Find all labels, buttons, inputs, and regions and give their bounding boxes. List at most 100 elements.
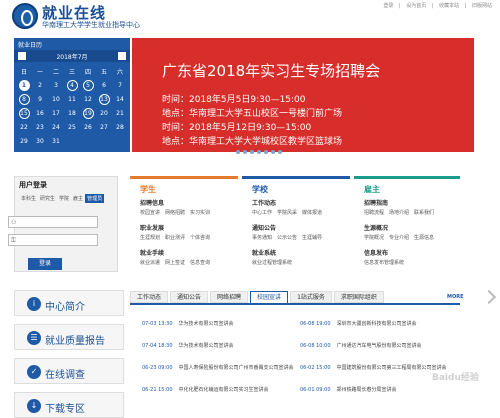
news-item[interactable]: 06-23 09:00 中国人寿保险股份有限公司广州市番禺支公司宣讲会: [142, 364, 294, 371]
category-link[interactable]: 就业过程管理系统: [252, 260, 292, 266]
carousel-dot[interactable]: [236, 150, 240, 154]
category-link[interactable]: 专业介绍: [389, 235, 409, 241]
tab-one-stop[interactable]: 1站式服务: [290, 291, 332, 303]
calendar-day[interactable]: 25: [64, 120, 80, 134]
calendar-day[interactable]: 17: [48, 106, 64, 120]
calendar-day[interactable]: 28: [112, 120, 128, 134]
next-month-button[interactable]: [118, 52, 126, 60]
password-input[interactable]: [21, 235, 95, 245]
calendar-day[interactable]: 3: [48, 78, 64, 92]
category-link[interactable]: 信息发布管理系统: [364, 260, 404, 266]
section-title[interactable]: 招聘信息: [140, 198, 164, 207]
role-tab-admin[interactable]: 管理员: [85, 194, 105, 203]
carousel-dot[interactable]: [257, 150, 261, 154]
calendar-day[interactable]: 5: [80, 78, 96, 92]
section-title[interactable]: 职业发展: [140, 223, 164, 232]
chevron-right-icon[interactable]: [481, 289, 497, 305]
university-logo[interactable]: [12, 3, 38, 29]
news-title[interactable]: 华为技术有限公司宣讲会: [179, 343, 234, 349]
news-item[interactable]: 06-08 10:00 广州通达汽车电气股份有限公司宣讲会: [300, 342, 422, 349]
carousel-dot[interactable]: [243, 150, 247, 154]
category-link[interactable]: 生涯规划: [140, 235, 160, 241]
username-input[interactable]: [21, 217, 95, 227]
category-link[interactable]: 职业测评: [165, 235, 185, 241]
category-link[interactable]: 生涯辅导: [302, 235, 322, 241]
category-link[interactable]: 学院风采: [277, 210, 297, 216]
calendar-day[interactable]: 11: [64, 92, 80, 106]
category-link[interactable]: 网上签证: [165, 260, 185, 266]
section-title[interactable]: 生源概况: [364, 223, 388, 232]
calendar-day[interactable]: 19: [80, 106, 96, 120]
calendar-day[interactable]: 30: [32, 134, 48, 148]
calendar-day[interactable]: 12: [80, 92, 96, 106]
category-link[interactable]: 个体咨询: [190, 235, 210, 241]
calendar-day[interactable]: 31: [48, 134, 64, 148]
login-button[interactable]: 登录: [28, 258, 62, 270]
calendar-day[interactable]: 27: [96, 120, 112, 134]
section-title[interactable]: 招聘指南: [364, 198, 388, 207]
category-link[interactable]: 场地介绍: [389, 210, 409, 216]
section-title[interactable]: 工作动态: [252, 198, 276, 207]
calendar-day[interactable]: 23: [32, 120, 48, 134]
calendar-day[interactable]: 9: [32, 92, 48, 106]
calendar-day[interactable]: 15: [16, 106, 32, 120]
calendar-day[interactable]: 14: [112, 92, 128, 106]
category-link[interactable]: 事务通知: [252, 235, 272, 241]
news-item[interactable]: 07-03 13:30 华为技术有限公司宣讲会: [142, 320, 234, 327]
quicknav-quality-report[interactable]: ☰ 就业质量报告: [14, 324, 124, 350]
role-tab-graduate[interactable]: 研究生: [38, 194, 57, 203]
job-fair-banner[interactable]: 广东省2018年实习生专场招聘会 时间：2018年5月5日9:30—15:00 …: [132, 38, 474, 152]
news-title[interactable]: 广州通达汽车电气股份有限公司宣讲会: [337, 343, 422, 349]
login-link[interactable]: 登录: [383, 3, 393, 9]
news-title[interactable]: 中国人寿保险股份有限公司广州市番禺支公司宣讲会: [179, 365, 294, 371]
category-link[interactable]: 招聘流程: [364, 210, 384, 216]
category-link[interactable]: 媒体报道: [302, 210, 322, 216]
tab-intl-org[interactable]: 求职国际组织: [333, 291, 384, 303]
category-link[interactable]: 实习实训: [190, 210, 210, 216]
category-link[interactable]: 校园宣讲: [140, 210, 160, 216]
calendar-day[interactable]: 18: [64, 106, 80, 120]
calendar-day[interactable]: 7: [112, 78, 128, 92]
news-title[interactable]: 郑州铁路局长春分局宣讲会: [337, 387, 397, 393]
calendar-day[interactable]: 16: [32, 106, 48, 120]
category-link[interactable]: 网络招聘: [165, 210, 185, 216]
section-title[interactable]: 信息发布: [364, 248, 388, 257]
calendar-day[interactable]: 13: [96, 92, 112, 106]
news-title[interactable]: 华为技术有限公司宣讲会: [179, 321, 234, 327]
set-homepage-link[interactable]: 设为首页: [406, 3, 426, 9]
calendar-day[interactable]: 6: [96, 78, 112, 92]
tab-notices[interactable]: 通知公告: [170, 291, 209, 303]
section-title[interactable]: 就业手续: [140, 248, 164, 257]
password-field[interactable]: ⚿: [8, 234, 98, 246]
more-link[interactable]: MORE: [447, 294, 464, 300]
carousel-dot[interactable]: [271, 150, 275, 154]
news-item[interactable]: 07-04 18:30 华为技术有限公司宣讲会: [142, 342, 234, 349]
section-title[interactable]: 就业系统: [252, 248, 276, 257]
calendar-day[interactable]: 1: [16, 78, 32, 92]
calendar-day[interactable]: 10: [48, 92, 64, 106]
news-item[interactable]: 06-01 09:00 郑州铁路局长春分局宣讲会: [300, 386, 397, 393]
calendar-day[interactable]: 2: [32, 78, 48, 92]
tab-work-news[interactable]: 工作动态: [130, 291, 169, 303]
category-link[interactable]: 中心工作: [252, 210, 272, 216]
role-tab-undergrad[interactable]: 本科生: [19, 194, 38, 203]
carousel-dot[interactable]: [278, 150, 282, 154]
category-head[interactable]: 学校: [252, 184, 268, 195]
news-item[interactable]: 06-08 19:00 深圳市大疆创新科技有限公司宣讲会: [300, 320, 417, 327]
quicknav-download[interactable]: ↓ 下载专区: [14, 392, 124, 418]
role-tab-employer[interactable]: 雇主: [71, 194, 85, 203]
calendar-day[interactable]: 22: [16, 120, 32, 134]
news-item[interactable]: 06-21 15:00 中化化肥石化铺运有限公司实习生宣讲会: [142, 386, 269, 393]
category-link[interactable]: 生源信息: [414, 235, 434, 241]
calendar-day[interactable]: 20: [96, 106, 112, 120]
news-title[interactable]: 中化化肥石化铺运有限公司实习生宣讲会: [179, 387, 269, 393]
calendar-day[interactable]: 24: [48, 120, 64, 134]
tab-online-recruit[interactable]: 网络招聘: [210, 291, 249, 303]
category-link[interactable]: 信息查询: [190, 260, 210, 266]
old-site-link[interactable]: 旧版网站: [472, 3, 492, 9]
quicknav-center-intro[interactable]: i 中心简介: [14, 290, 124, 316]
tab-campus-talks[interactable]: 校园宣讲: [250, 291, 289, 303]
carousel-dot[interactable]: [250, 150, 254, 154]
category-head[interactable]: 学生: [140, 184, 156, 195]
news-title[interactable]: 深圳市大疆创新科技有限公司宣讲会: [337, 321, 417, 327]
